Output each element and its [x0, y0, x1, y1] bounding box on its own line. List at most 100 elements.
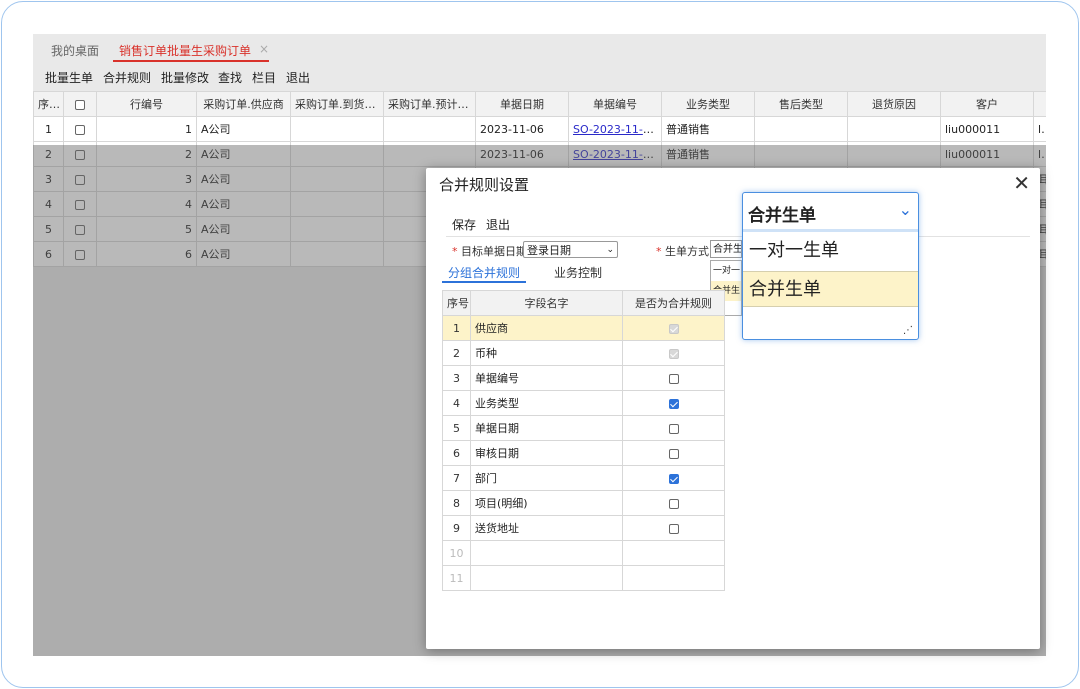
- rule-checkbox[interactable]: [668, 398, 679, 409]
- col-expected-arrival[interactable]: 采购订单.预计到...: [383, 91, 476, 117]
- row-checkbox[interactable]: [75, 199, 85, 210]
- rule-row[interactable]: 1 供应商: [442, 315, 725, 341]
- row-seq: 4: [33, 191, 64, 217]
- rule-field-name: 部门: [470, 465, 623, 491]
- row-line-no: 4: [96, 191, 197, 217]
- rule-idx: 1: [442, 315, 471, 341]
- doc-no-link[interactable]: SO-2023-11-0...: [573, 123, 660, 136]
- tab-batch-purchase[interactable]: 销售订单批量生采购订单 ×: [113, 42, 269, 62]
- mode-select[interactable]: 合并生: [710, 240, 742, 258]
- table-row[interactable]: 2 2 A公司 2023-11-06 SO-2023-11-0... 普通销售 liu000…: [33, 141, 1046, 167]
- col-seq[interactable]: 序号: [33, 91, 64, 117]
- col-biz-type[interactable]: 业务类型: [661, 91, 755, 117]
- row-delivery-address: [290, 241, 384, 267]
- rules-header-row: 序号 字段名字 是否为合并规则: [442, 290, 725, 316]
- row-biz-type: 普通销售: [661, 116, 755, 142]
- col-doc-date[interactable]: 单据日期: [475, 91, 569, 117]
- col-customer[interactable]: 客户: [940, 91, 1034, 117]
- target-date-select[interactable]: 登录日期 ⌄: [523, 241, 618, 258]
- rule-checkbox[interactable]: [668, 448, 679, 459]
- zoom-option-merge[interactable]: 合并生单: [743, 271, 918, 307]
- batch-edit-button[interactable]: 批量修改: [161, 69, 209, 86]
- row-seq: 6: [33, 241, 64, 267]
- resize-grip-icon[interactable]: ⋰: [903, 325, 913, 336]
- row-line-no: 2: [96, 141, 197, 167]
- col-after-sale-type[interactable]: 售后类型: [754, 91, 848, 117]
- merge-rules-table: 序号 字段名字 是否为合并规则 1 供应商 2 币种 3 单据编号 4 业务类型 5 单据日期 6 审…: [442, 290, 725, 591]
- tab-batch-purchase-label: 销售订单批量生采购订单: [119, 44, 252, 58]
- exit-button[interactable]: 退出: [286, 69, 310, 86]
- rule-checkbox[interactable]: [668, 498, 679, 509]
- row-delivery-address: [290, 116, 384, 142]
- rule-checkbox[interactable]: [668, 473, 679, 484]
- zoom-select-head[interactable]: 合并生单 ⌄: [743, 193, 918, 232]
- col-return-reason[interactable]: 退货原因: [847, 91, 941, 117]
- dialog-save-button[interactable]: 保存: [452, 216, 476, 233]
- doc-no-link[interactable]: SO-2023-11-0...: [573, 148, 660, 161]
- rule-checkbox[interactable]: [668, 423, 679, 434]
- row-expected-arrival: [383, 141, 476, 167]
- rule-row[interactable]: 7 部门: [442, 465, 725, 491]
- rule-toggle-cell: [622, 540, 725, 566]
- rule-checkbox[interactable]: [668, 373, 679, 384]
- rule-row[interactable]: 11: [442, 565, 725, 591]
- row-checkbox-cell: [63, 166, 97, 192]
- mode-label: * 生单方式: [656, 245, 709, 258]
- rule-idx: 11: [442, 565, 471, 591]
- rule-row[interactable]: 5 单据日期: [442, 415, 725, 441]
- rule-row[interactable]: 9 送货地址: [442, 515, 725, 541]
- columns-button[interactable]: 栏目: [252, 69, 276, 86]
- col-delivery-address[interactable]: 采购订单.到货地址: [290, 91, 384, 117]
- rule-checkbox[interactable]: [668, 523, 679, 534]
- row-checkbox-cell: [63, 241, 97, 267]
- row-delivery-address: [290, 141, 384, 167]
- row-after-sale-type: [754, 141, 848, 167]
- row-line-no: 6: [96, 241, 197, 267]
- row-checkbox-cell: [63, 191, 97, 217]
- rules-col-idx: 序号: [442, 290, 471, 316]
- rule-row[interactable]: 10: [442, 540, 725, 566]
- tab-home[interactable]: 我的桌面: [51, 42, 99, 59]
- rule-field-name: 送货地址: [470, 515, 623, 541]
- rule-toggle-cell: [622, 465, 725, 491]
- row-vendor: A公司: [196, 241, 291, 267]
- row-doc-no: SO-2023-11-0...: [568, 116, 662, 142]
- rule-row[interactable]: 3 单据编号: [442, 365, 725, 391]
- rule-field-name: [470, 540, 623, 566]
- zoom-option-one-to-one[interactable]: 一对一生单: [743, 233, 918, 269]
- tab-group-merge-rules[interactable]: 分组合并规则: [442, 264, 527, 283]
- dialog-exit-button[interactable]: 退出: [486, 216, 510, 233]
- col-line-no[interactable]: 行编号: [96, 91, 197, 117]
- rule-row[interactable]: 4 业务类型: [442, 390, 725, 416]
- row-vendor: A公司: [196, 166, 291, 192]
- row-return-reason: [847, 141, 941, 167]
- find-button[interactable]: 查找: [218, 69, 242, 86]
- row-checkbox[interactable]: [75, 124, 85, 135]
- col-doc-no[interactable]: 单据编号: [568, 91, 662, 117]
- row-checkbox[interactable]: [75, 249, 85, 260]
- row-biz-type: 普通销售: [661, 141, 755, 167]
- tab-business-control[interactable]: 业务控制: [554, 264, 602, 281]
- row-checkbox-cell: [63, 116, 97, 142]
- rule-row[interactable]: 2 币种: [442, 340, 725, 366]
- select-all-checkbox[interactable]: [75, 99, 85, 110]
- rule-row[interactable]: 8 项目(明细): [442, 490, 725, 516]
- row-delivery-address: [290, 191, 384, 217]
- close-icon[interactable]: ×: [259, 42, 269, 56]
- target-date-label: * 目标单据日期: [452, 245, 527, 258]
- rule-idx: 3: [442, 365, 471, 391]
- merge-rule-button[interactable]: 合并规则: [103, 69, 151, 86]
- tab-group-merge-rules-label: 分组合并规则: [448, 266, 521, 280]
- mode-option-one-to-one[interactable]: 一对一: [711, 261, 741, 281]
- close-icon[interactable]: ✕: [1013, 171, 1030, 195]
- rule-row[interactable]: 6 审核日期: [442, 440, 725, 466]
- table-row[interactable]: 1 1 A公司 2023-11-06 SO-2023-11-0... 普通销售 liu000…: [33, 116, 1046, 142]
- row-checkbox[interactable]: [75, 224, 85, 235]
- row-checkbox[interactable]: [75, 174, 85, 185]
- col-select-all[interactable]: [63, 91, 97, 117]
- rule-toggle-cell: [622, 315, 725, 341]
- batch-create-button[interactable]: 批量生单: [45, 69, 93, 86]
- row-checkbox[interactable]: [75, 149, 85, 160]
- col-vendor[interactable]: 采购订单.供应商: [196, 91, 291, 117]
- dialog-title: 合并规则设置: [439, 176, 530, 194]
